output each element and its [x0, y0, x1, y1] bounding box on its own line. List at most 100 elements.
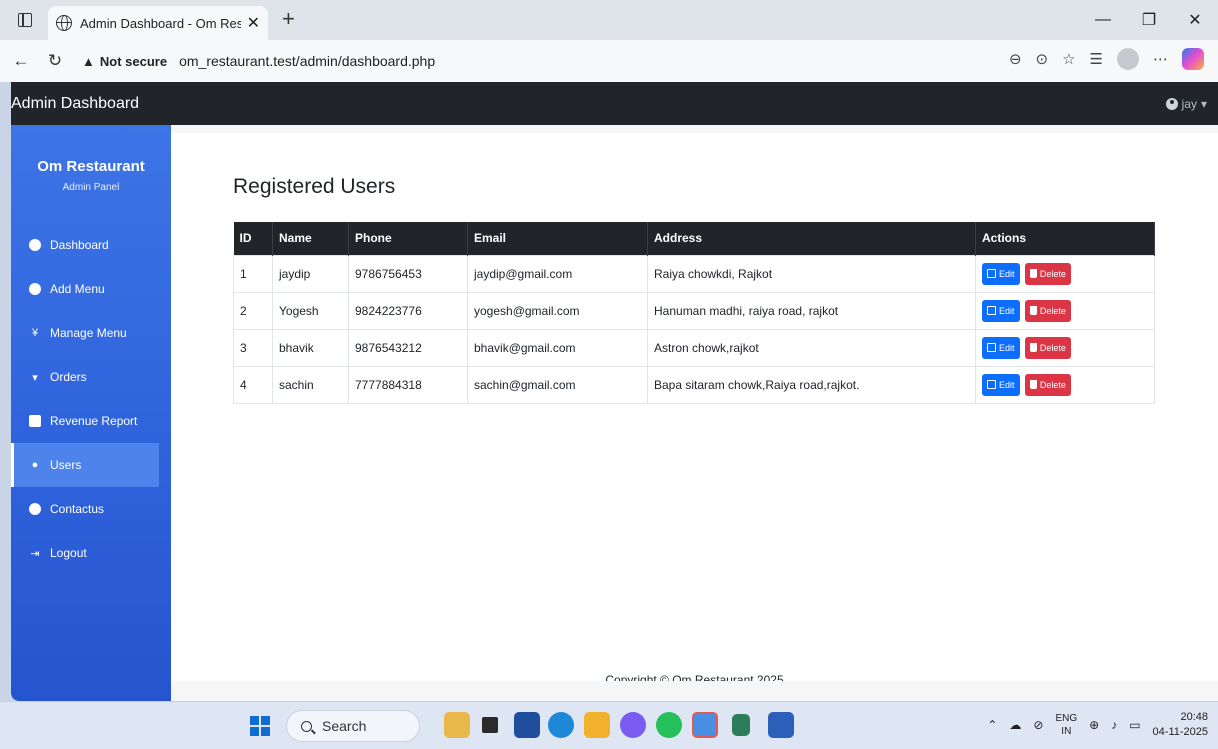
taskbar-search[interactable]: Search [286, 710, 420, 742]
edit-label: Edit [999, 342, 1015, 353]
column-header-address: Address [647, 222, 976, 255]
cell-id: 3 [233, 328, 273, 367]
file-explorer-icon[interactable] [584, 712, 610, 738]
sidebar-item-logout[interactable]: ⇥ Logout [11, 531, 171, 575]
navbar-brand[interactable]: Admin Dashboard [11, 95, 139, 113]
favorites-list-icon[interactable]: ☰ [1090, 50, 1103, 68]
edit-icon [987, 269, 996, 278]
network-off-icon[interactable]: ⊘ [1033, 718, 1043, 732]
sidebar-item-label: Orders [50, 370, 87, 384]
language-indicator[interactable]: ENG IN [1055, 712, 1077, 738]
task-view-icon[interactable] [482, 717, 498, 733]
trash-icon [1029, 380, 1037, 389]
favorite-star-icon[interactable]: ☆ [1062, 50, 1075, 68]
edit-label: Edit [999, 379, 1015, 390]
sidebar-item-manage-menu[interactable]: ¥ Manage Menu [11, 311, 171, 355]
snipping-tool-icon[interactable] [732, 714, 750, 736]
ellipsis-icon[interactable]: ⋯ [1153, 50, 1168, 68]
word-icon[interactable] [768, 712, 794, 738]
window-controls: — ❐ ✕ [1080, 0, 1218, 40]
active-app-icon[interactable] [692, 712, 718, 738]
browser-tab[interactable]: Admin Dashboard - Om Restaura ✕ [48, 6, 268, 40]
copilot-app-icon[interactable] [620, 712, 646, 738]
language-code: ENG [1055, 713, 1078, 724]
new-tab-button[interactable]: + [282, 6, 295, 32]
tab-actions-icon[interactable] [18, 13, 32, 27]
widgets-icon[interactable] [444, 712, 470, 738]
edit-button[interactable]: Edit [982, 262, 1020, 285]
minimize-button[interactable]: — [1080, 0, 1126, 40]
cell-name: jaydip [272, 254, 349, 293]
delete-button[interactable]: Delete [1024, 336, 1071, 359]
edit-icon [987, 343, 996, 352]
start-button[interactable] [250, 716, 270, 736]
url-field[interactable]: ▲ Not secure om_restaurant.test/admin/da… [82, 45, 962, 77]
clock[interactable]: 20:48 04-11-2025 [1153, 710, 1208, 740]
user-dropdown[interactable]: jay ▾ [1165, 96, 1207, 111]
system-tray: ⌃ ☁ ⊘ ENG IN ⊕ ♪ ▭ 20:48 04-11-2025 [987, 710, 1208, 740]
column-header-id: ID [233, 222, 273, 255]
battery-icon[interactable]: ▭ [1129, 718, 1140, 732]
sidebar-item-users[interactable]: ● Users [11, 443, 159, 487]
more-tools-icon[interactable]: ⊙ [1036, 50, 1049, 68]
table-row: 4 sachin 7777884318 sachin@gmail.com Bap… [233, 365, 1155, 404]
cell-address: Astron chowk,rajkot [647, 328, 976, 367]
table-row: 3 bhavik 9876543212 bhavik@gmail.com Ast… [233, 328, 1155, 367]
sidebar-title: Om Restaurant [37, 158, 145, 175]
chevron-up-icon[interactable]: ⌃ [987, 718, 997, 732]
globe-tray-icon[interactable]: ⊕ [1089, 718, 1099, 732]
edit-label: Edit [999, 268, 1015, 279]
whatsapp-icon[interactable] [656, 712, 682, 738]
sidebar-item-revenue-report[interactable]: Revenue Report [11, 399, 171, 443]
edit-button[interactable]: Edit [982, 373, 1020, 396]
sidebar-item-dashboard[interactable]: Dashboard [11, 223, 171, 267]
close-window-button[interactable]: ✕ [1172, 0, 1218, 40]
sidebar-item-contactus[interactable]: Contactus [11, 487, 171, 531]
edit-button[interactable]: Edit [982, 299, 1020, 322]
column-header-phone: Phone [348, 222, 468, 255]
restore-button[interactable]: ❐ [1126, 0, 1172, 40]
cell-address: Raiya chowkdi, Rajkot [647, 254, 976, 293]
cell-name: bhavik [272, 328, 349, 367]
browser-tab-bar: Admin Dashboard - Om Restaura ✕ + — ❐ ✕ [0, 0, 1218, 40]
cell-email: sachin@gmail.com [467, 365, 648, 404]
back-arrow-icon[interactable]: ← [8, 51, 34, 71]
sidebar-header: Om Restaurant Admin Panel [11, 125, 171, 223]
copilot-icon[interactable] [1182, 48, 1204, 70]
url-text: om_restaurant.test/admin/dashboard.php [179, 53, 436, 69]
column-header-actions: Actions [975, 222, 1155, 255]
table-header-row: ID Name Phone Email Address Actions [233, 222, 1155, 255]
sidebar-item-orders[interactable]: ▾ Orders [11, 355, 171, 399]
edge-icon[interactable] [548, 712, 574, 738]
cart-icon: ▾ [32, 371, 38, 384]
delete-button[interactable]: Delete [1024, 373, 1071, 396]
sidebar-item-add-menu[interactable]: Add Menu [11, 267, 171, 311]
trash-icon [1029, 306, 1037, 315]
money-icon [29, 415, 41, 427]
edit-button[interactable]: Edit [982, 336, 1020, 359]
cell-phone: 9876543212 [348, 328, 468, 367]
user-name: jay [1181, 96, 1197, 111]
cell-id: 1 [233, 254, 273, 293]
store-icon[interactable] [514, 712, 540, 738]
content-top-strip [171, 125, 1218, 133]
cell-email: bhavik@gmail.com [467, 328, 648, 367]
cell-actions: Edit Delete [975, 291, 1155, 330]
refresh-icon[interactable]: ↻ [42, 51, 68, 71]
globe-icon [56, 15, 72, 31]
sidebar: Om Restaurant Admin Panel Dashboard Add … [11, 125, 171, 701]
sidebar-item-label: Revenue Report [50, 414, 138, 428]
delete-button[interactable]: Delete [1024, 299, 1071, 322]
delete-button[interactable]: Delete [1024, 262, 1071, 285]
onedrive-icon[interactable]: ☁ [1009, 718, 1021, 732]
column-header-name: Name [272, 222, 349, 255]
tab-close-button[interactable]: ✕ [247, 13, 260, 33]
cell-name: sachin [272, 365, 349, 404]
cell-email: jaydip@gmail.com [467, 254, 648, 293]
sidebar-item-label: Contactus [50, 502, 105, 516]
top-navbar: Admin Dashboard jay ▾ [11, 82, 1218, 125]
gauge-icon [29, 239, 41, 251]
volume-icon[interactable]: ♪ [1111, 718, 1117, 732]
profile-avatar[interactable] [1117, 48, 1139, 70]
zoom-icon[interactable]: ⊖ [1009, 50, 1022, 68]
